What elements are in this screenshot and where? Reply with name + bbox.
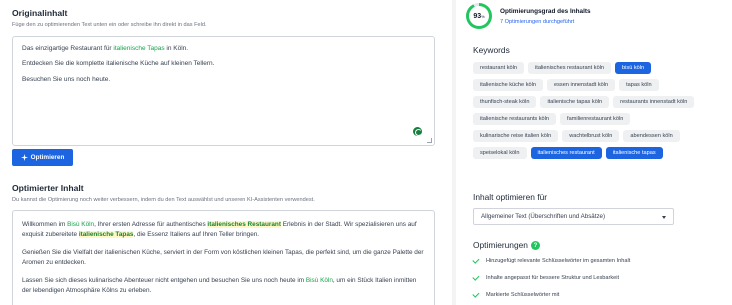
original-line-3: Besuchen Sie uns noch heute. [22, 75, 111, 83]
optimization-text: Hinzugefügt relevante Schlüsselwörter im… [486, 257, 631, 264]
keyword-chip[interactable]: italienisches restaurant köln [528, 62, 612, 74]
keyword-chip[interactable]: thunfisch-steak köln [473, 96, 537, 108]
text-run: Willkommen im [22, 221, 68, 228]
optimized-text-output[interactable]: Willkommen im Bisù Köln, Ihrer ersten Ad… [12, 210, 435, 305]
keyword-chip[interactable]: wachtelbrust köln [562, 130, 620, 142]
keywords-title: Keywords [473, 45, 510, 55]
text-run: Lassen Sie sich dieses kulinarische Aben… [22, 276, 306, 284]
keyword-chip[interactable]: bisù köln [615, 62, 652, 74]
original-text-editor[interactable]: Das einzigartige Restaurant für italieni… [12, 36, 435, 146]
optimization-text: Markierte Schlüsselwörter mit [486, 291, 560, 298]
check-icon [473, 258, 479, 264]
keyword-chip[interactable]: italienische küche köln [473, 79, 543, 91]
sparkle-icon [20, 154, 28, 161]
optimized-paragraph-3: Lassen Sie sich dieses kulinarische Aben… [22, 276, 425, 296]
optimized-title: Optimierter Inhalt [12, 183, 84, 193]
score-title: Optimierungsgrad des Inhalts [500, 8, 591, 15]
text-run: , Ihrer ersten Adresse für authentisches [94, 221, 208, 228]
mode-select-value: Allgemeiner Text (Überschriften und Absä… [481, 213, 606, 220]
chevron-down-icon [662, 216, 666, 219]
optimizations-title: Optimierungen? [473, 240, 540, 251]
optimize-button[interactable]: Optimieren [12, 149, 73, 166]
optimization-item: Markierte Schlüsselwörter mit [473, 289, 630, 300]
keyword-chip[interactable]: abendessen köln [623, 130, 680, 142]
keyword-chip[interactable]: italienische tapas [605, 147, 663, 159]
optimize-button-label: Optimieren [30, 154, 65, 161]
optimized-subtitle: Du kannst die Optimierung noch weiter ve… [12, 197, 315, 203]
keyword-highlight: italienisches Restaurant [207, 221, 281, 228]
score-ring: 93% [466, 3, 492, 29]
keyword-highlight: italienische Tapas [113, 45, 165, 52]
mode-select[interactable]: Allgemeiner Text (Überschriften und Absä… [473, 208, 674, 225]
optimization-text: Inhalte angepasst für bessere Struktur u… [486, 274, 620, 281]
keyword-chip[interactable]: speiselokal köln [473, 147, 527, 159]
keyword-highlight: Bisù Köln [305, 276, 333, 284]
keyword-chip[interactable]: italienische tapas köln [540, 96, 610, 108]
original-line-1: Das einzigartige Restaurant für italieni… [22, 45, 189, 52]
help-icon[interactable]: ? [530, 241, 540, 251]
keyword-chip[interactable]: kulinarische reise italien köln [473, 130, 559, 142]
original-line-2: Entdecken Sie die komplette italienische… [22, 60, 215, 68]
sidebar: 93% Optimierungsgrad des Inhalts 7 Optim… [456, 0, 732, 305]
score-value: 93 [473, 12, 482, 20]
optimized-paragraph-2: Genießen Sie die Vielfalt der italienisc… [22, 248, 424, 266]
grammar-check-icon[interactable] [413, 127, 422, 136]
text-run: , die Essenz Italiens auf Ihren Teller b… [133, 230, 260, 238]
check-icon [473, 292, 479, 298]
optimized-paragraph-1: Willkommen im Bisù Köln, Ihrer ersten Ad… [22, 220, 425, 240]
score-card: 93% Optimierungsgrad des Inhalts 7 Optim… [466, 3, 722, 33]
mode-title: Inhalt optimieren für [473, 192, 548, 202]
keyword-chip[interactable]: tapas köln [619, 79, 659, 91]
keyword-highlight: italienische Tapas [78, 230, 134, 238]
keyword-chip[interactable]: italienisches restaurant [530, 147, 602, 159]
optimizations-count-link[interactable]: 7 Optimierungen durchgeführt [500, 19, 574, 25]
original-subtitle: Füge den zu optimierenden Text unten ein… [12, 22, 207, 28]
keyword-chip[interactable]: familienrestaurant köln [560, 113, 631, 125]
keyword-chip[interactable]: italienische restaurants köln [473, 113, 557, 125]
keyword-chip[interactable]: essen innenstadt köln [546, 79, 616, 91]
optimizations-list: Hinzugefügt relevante Schlüsselwörter im… [473, 255, 630, 305]
keyword-chip[interactable]: restaurant köln [473, 62, 525, 74]
keyword-chip[interactable]: restaurants innenstadt köln [613, 96, 695, 108]
keyword-highlight: Bisù Köln [67, 221, 95, 228]
score-unit: % [481, 13, 485, 19]
check-icon [473, 275, 479, 281]
content-panel: Originalinhalt Füge den zu optimierenden… [0, 0, 452, 305]
original-title: Originalinhalt [12, 8, 68, 18]
optimization-item: Inhalte angepasst für bessere Struktur u… [473, 272, 630, 283]
keyword-chips: restaurant köln italienisches restaurant … [473, 62, 697, 159]
optimization-item: Hinzugefügt relevante Schlüsselwörter im… [473, 255, 630, 266]
resize-handle[interactable] [427, 138, 432, 143]
